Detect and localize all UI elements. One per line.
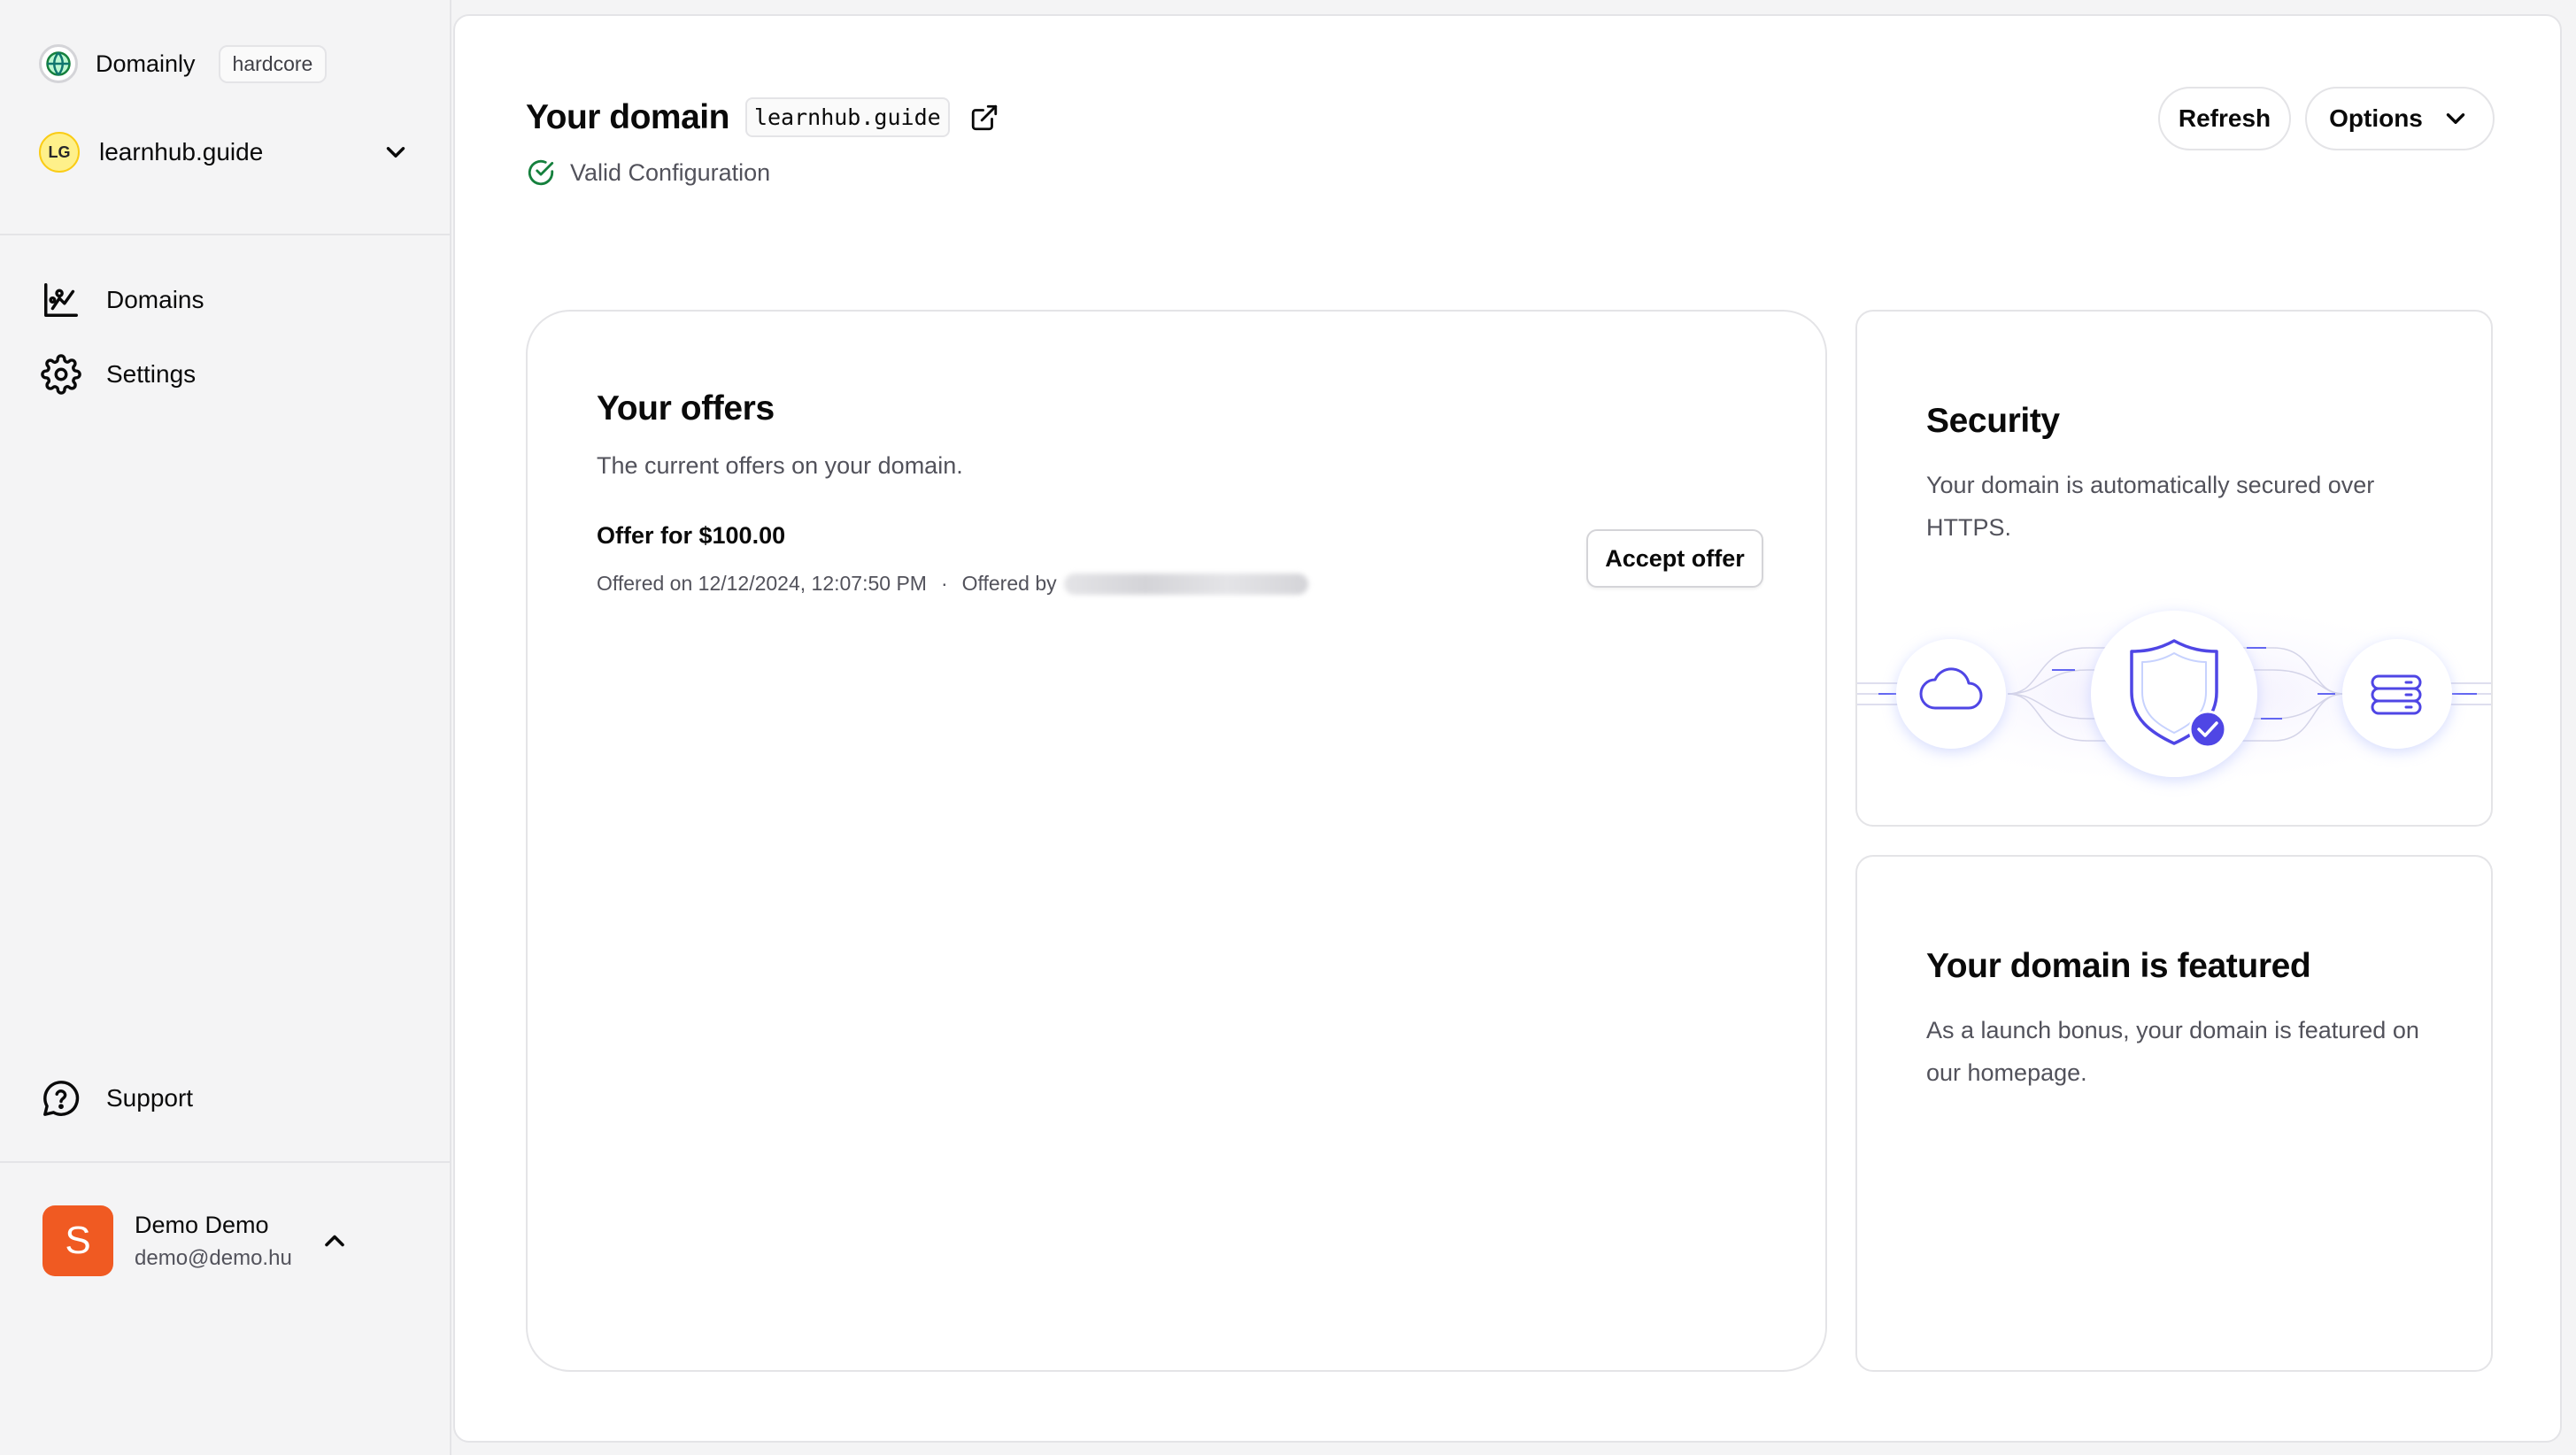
- featured-title: Your domain is featured: [1926, 947, 2311, 985]
- external-link-icon[interactable]: [969, 103, 999, 133]
- page-title: Your domain: [526, 97, 729, 136]
- chevron-up-icon: [324, 1235, 344, 1247]
- chevron-down-icon: [386, 147, 405, 158]
- page-header: Your domain learnhub.guide: [526, 97, 999, 137]
- options-label: Options: [2329, 104, 2423, 132]
- sidebar-divider: [0, 234, 451, 235]
- sidebar-item-settings[interactable]: Settings: [41, 352, 196, 396]
- featured-card: Your domain is featured As a launch bonu…: [1855, 855, 2493, 1372]
- user-email: demo@demo.hu: [135, 1245, 292, 1270]
- chart-icon: [44, 283, 78, 317]
- domain-avatar: LG: [39, 132, 80, 173]
- separator: ·: [940, 572, 948, 595]
- offer-meta: Offered on 12/12/2024, 12:07:50 PM · Off…: [597, 572, 1308, 596]
- offers-title: Your offers: [597, 389, 775, 427]
- security-title: Security: [1926, 402, 2060, 440]
- refresh-label: Refresh: [2178, 104, 2271, 132]
- gear-icon: [41, 354, 81, 395]
- offered-by-label: Offered by: [961, 572, 1057, 595]
- avatar: S: [42, 1205, 113, 1276]
- redacted-email: [1063, 573, 1308, 595]
- check-circle-icon: [528, 159, 554, 186]
- security-description: Your domain is automatically secured ove…: [1926, 472, 2375, 541]
- refresh-button[interactable]: Refresh: [2158, 87, 2291, 150]
- app-name: Domainly: [96, 50, 196, 77]
- security-illustration: [1857, 597, 2491, 791]
- chevron-down-icon: [2446, 113, 2465, 124]
- sidebar-item-support[interactable]: Support: [41, 1076, 193, 1120]
- offers-subtitle: The current offers on your domain.: [597, 452, 963, 479]
- user-info: Demo Demo demo@demo.hu: [135, 1212, 292, 1271]
- sidebar-item-label: Domains: [106, 286, 204, 313]
- user-menu[interactable]: S Demo Demo demo@demo.hu: [42, 1205, 351, 1276]
- status-badge: Valid Configuration: [526, 158, 770, 188]
- domain-switcher-label: learnhub.guide: [99, 138, 264, 166]
- sidebar-item-label: Support: [106, 1084, 194, 1112]
- status-text: Valid Configuration: [570, 158, 771, 186]
- sidebar: Domainly hardcore LG learnhub.guide Doma…: [0, 0, 451, 1455]
- domain-code: learnhub.guide: [744, 97, 950, 137]
- app-header: Domainly hardcore: [39, 44, 328, 83]
- offer-title: Offer for $100.00: [597, 522, 786, 549]
- globe-icon: [39, 44, 78, 83]
- domain-switcher[interactable]: LG learnhub.guide: [39, 129, 411, 175]
- sidebar-item-domains[interactable]: Domains: [41, 278, 204, 322]
- sidebar-divider: [0, 1161, 451, 1163]
- featured-description: As a launch bonus, your domain is featur…: [1926, 1017, 2419, 1086]
- offers-card: Your offers The current offers on your d…: [526, 310, 1827, 1372]
- sidebar-item-label: Settings: [106, 360, 197, 388]
- security-card: Security Your domain is automatically se…: [1855, 310, 2493, 827]
- plan-badge: hardcore: [218, 44, 328, 83]
- offer-date: Offered on 12/12/2024, 12:07:50 PM: [597, 572, 927, 595]
- options-button[interactable]: Options: [2305, 87, 2495, 150]
- help-bubble-icon: [43, 1081, 80, 1116]
- accept-offer-button[interactable]: Accept offer: [1586, 529, 1763, 588]
- user-name: Demo Demo: [135, 1211, 269, 1238]
- main-panel: Your domain learnhub.guide Valid Configu…: [453, 14, 2562, 1443]
